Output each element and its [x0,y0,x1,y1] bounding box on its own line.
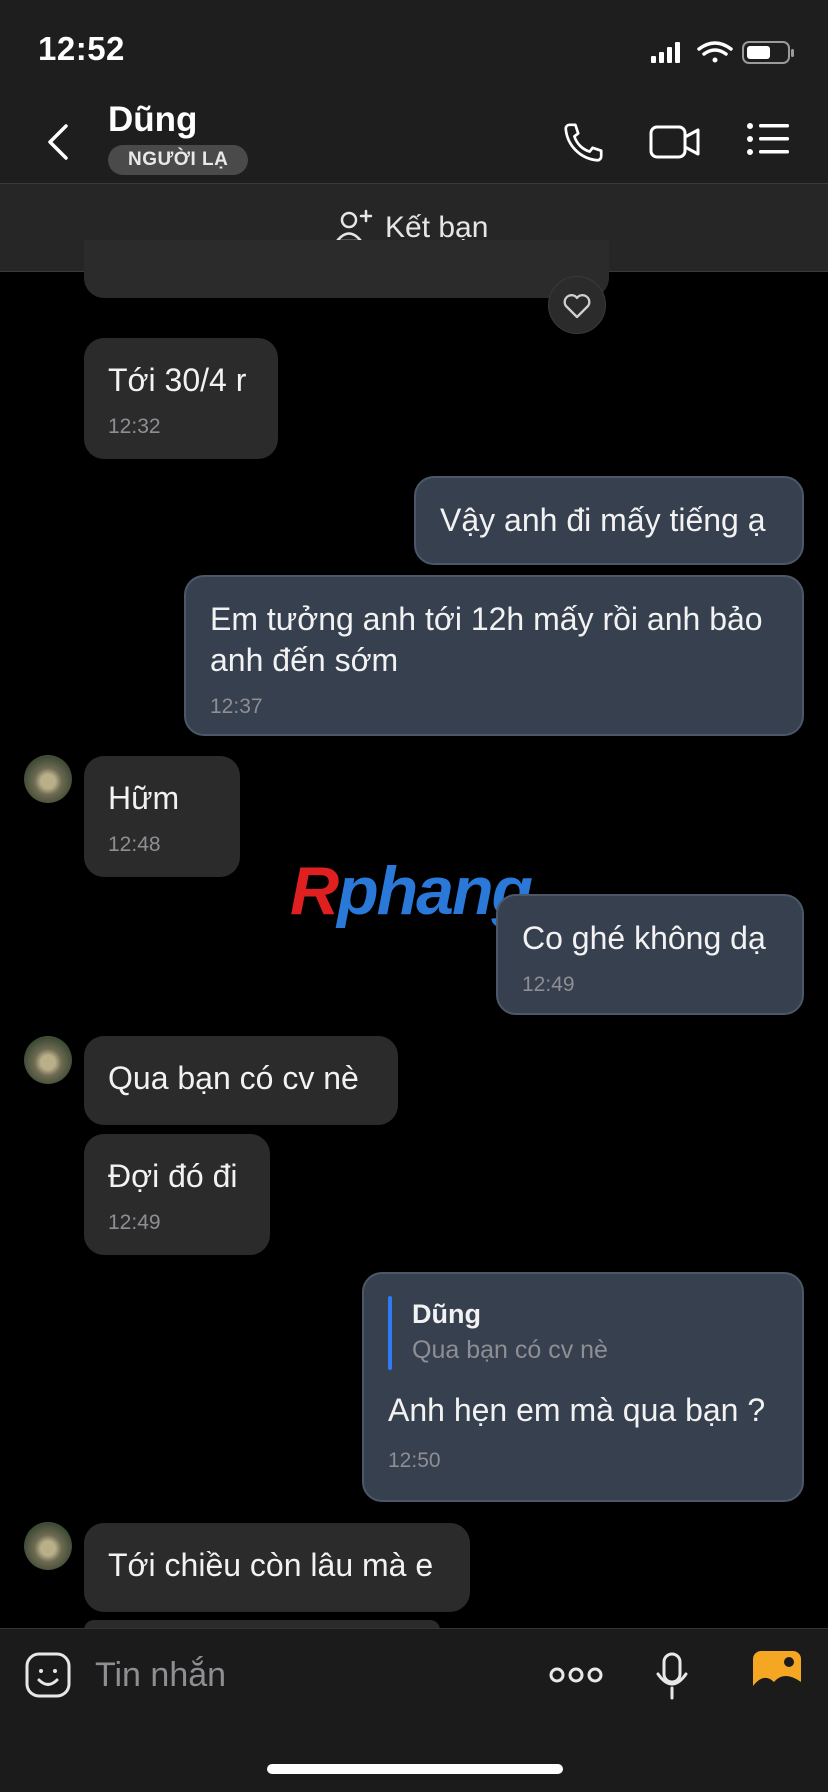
watermark-logo: Rphang [290,853,533,929]
status-icons [651,41,794,64]
message-time: 12:50 [388,1449,441,1472]
avatar[interactable] [24,1036,72,1084]
video-call-button[interactable] [648,122,702,162]
signal-icon [651,42,680,63]
message-bubble[interactable]: Tới chiều còn lâu mà e [84,1523,470,1612]
message-time: 12:49 [522,973,575,996]
avatar[interactable] [24,755,72,803]
reply-to-text: Qua bạn có cv nè [412,1336,608,1364]
list-menu-icon [747,123,789,155]
message-bubble[interactable]: Hữm 12:48 [84,756,240,877]
react-button[interactable] [548,276,606,334]
reply-to-name: Dũng [412,1299,481,1329]
photo-button[interactable] [752,1650,802,1696]
message-time: 12:32 [108,415,161,438]
add-user-icon [335,209,373,243]
message-text: Tới chiều còn lâu mà e [108,1547,434,1583]
message-text: Vậy anh đi mấy tiếng ạ [440,502,766,538]
stranger-badge: NGƯỜI LẠ [108,145,249,175]
message-bubble-partial[interactable] [84,240,609,298]
message-time: 12:37 [210,695,263,718]
message-text: Đợi đó đi [108,1158,238,1194]
phone-icon [564,123,603,162]
reply-accent-bar [388,1296,392,1370]
video-camera-icon [649,125,700,159]
divider [0,1628,828,1629]
microphone-icon [656,1652,688,1700]
photo-icon [753,1651,801,1695]
call-button[interactable] [560,120,606,166]
more-button[interactable] [548,1664,604,1686]
menu-button[interactable] [746,122,790,156]
back-button[interactable] [44,122,70,162]
message-text: Qua bạn có cv nè [108,1060,359,1096]
message-text: Co ghé không dạ [522,920,766,956]
status-time: 12:52 [38,30,125,67]
message-text: Tới 30/4 r [108,362,247,398]
message-bubble[interactable]: Đợi đó đi 12:49 [84,1134,270,1255]
message-time: 12:48 [108,833,161,856]
message-time: 12:49 [108,1211,161,1234]
reply-message-bubble[interactable]: Dũng Qua bạn có cv nè Anh hẹn em mà qua … [362,1272,804,1502]
message-text: Hữm [108,780,180,816]
message-input[interactable]: Tin nhắn [95,1656,226,1695]
message-bubble[interactable]: Vậy anh đi mấy tiếng ạ [414,476,804,565]
message-bubble[interactable]: Qua bạn có cv nè [84,1036,398,1125]
sticker-icon [25,1652,71,1698]
message-bubble[interactable]: Co ghé không dạ 12:49 [496,894,804,1015]
chevron-left-icon [48,124,68,160]
mic-button[interactable] [654,1652,690,1700]
wifi-icon [697,41,733,63]
battery-icon [742,41,794,64]
message-bubble[interactable]: Tới 30/4 r 12:32 [84,338,278,459]
message-bubble[interactable]: Em tưởng anh tới 12h mấy rồi anh bảo anh… [184,575,804,736]
avatar[interactable] [24,1522,72,1570]
sticker-button[interactable] [24,1651,72,1699]
home-indicator [267,1764,563,1774]
heart-icon [563,294,591,319]
message-text: Em tưởng anh tới 12h mấy rồi anh bảo anh… [210,601,763,678]
message-text: Anh hẹn em mà qua bạn ? [388,1392,766,1428]
more-icon [549,1667,603,1683]
contact-name[interactable]: Dũng [108,100,197,140]
